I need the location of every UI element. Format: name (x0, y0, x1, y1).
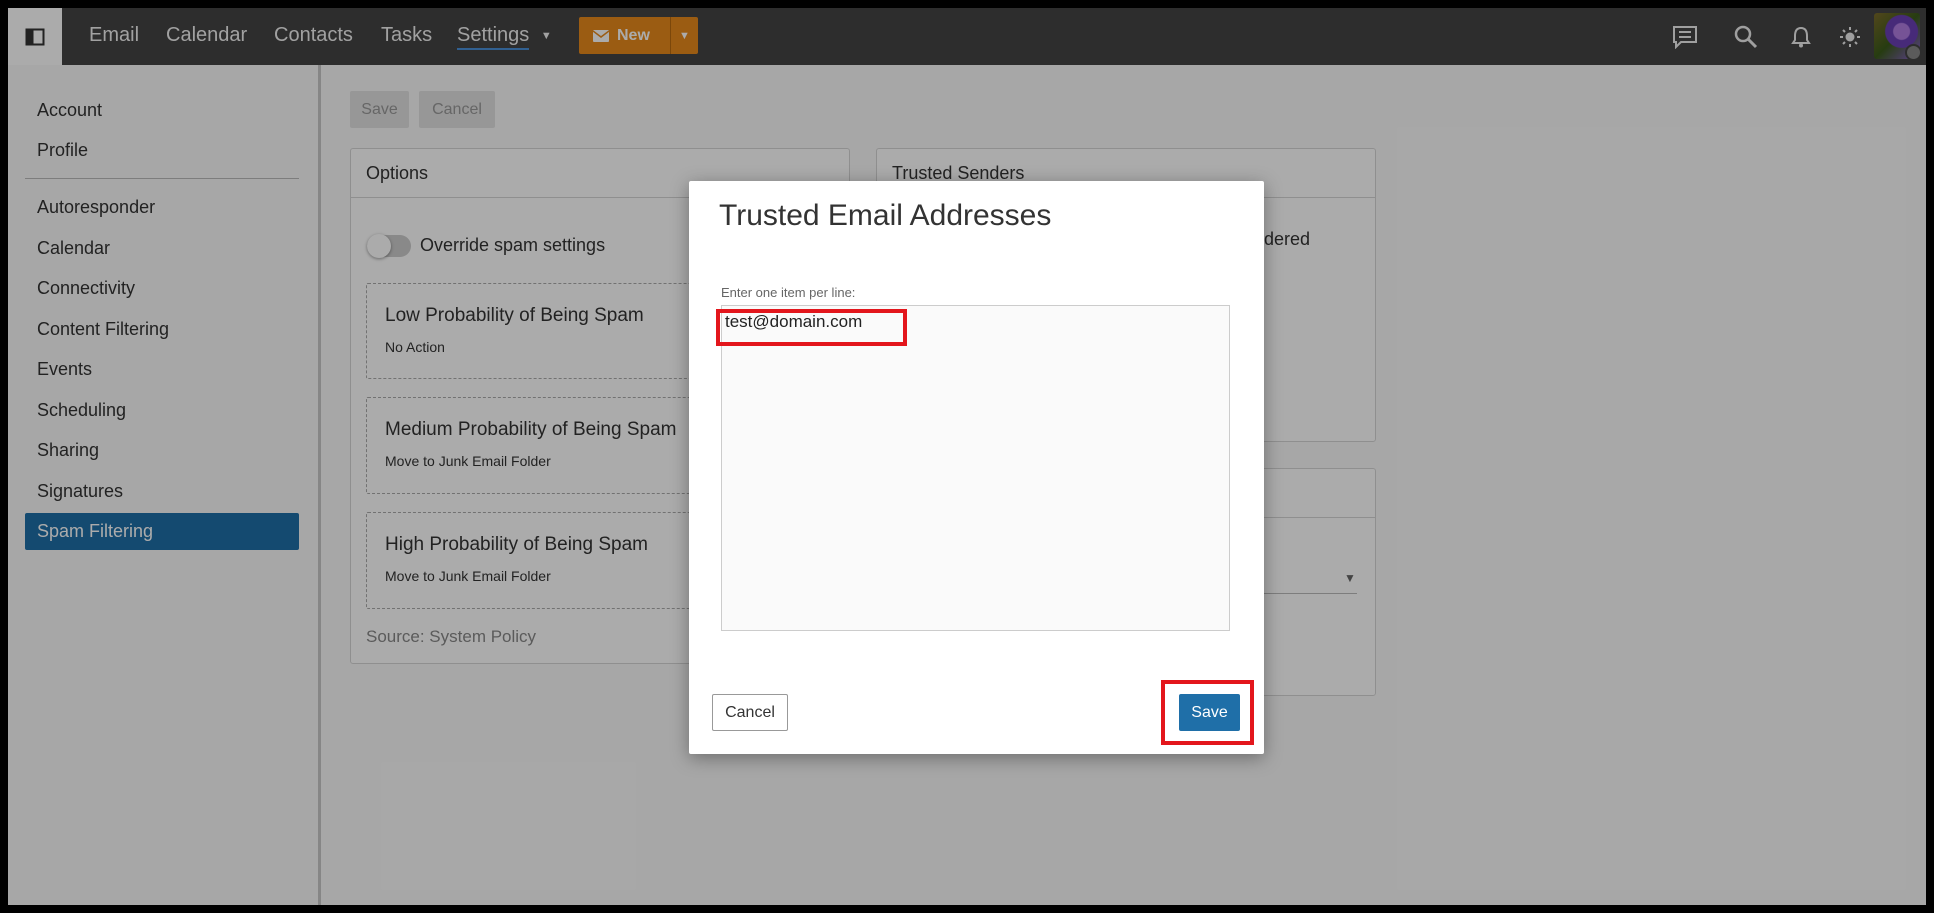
trusted-addresses-textarea[interactable]: test@domain.com (721, 305, 1230, 631)
trusted-email-dialog: Trusted Email Addresses Enter one item p… (689, 181, 1264, 754)
dialog-save-button[interactable]: Save (1179, 694, 1240, 731)
app-window: Email Calendar Contacts Tasks Settings ▼… (8, 8, 1926, 905)
dialog-title: Trusted Email Addresses (719, 199, 1052, 232)
dialog-cancel-button[interactable]: Cancel (712, 694, 788, 731)
dialog-field-label: Enter one item per line: (721, 285, 856, 300)
